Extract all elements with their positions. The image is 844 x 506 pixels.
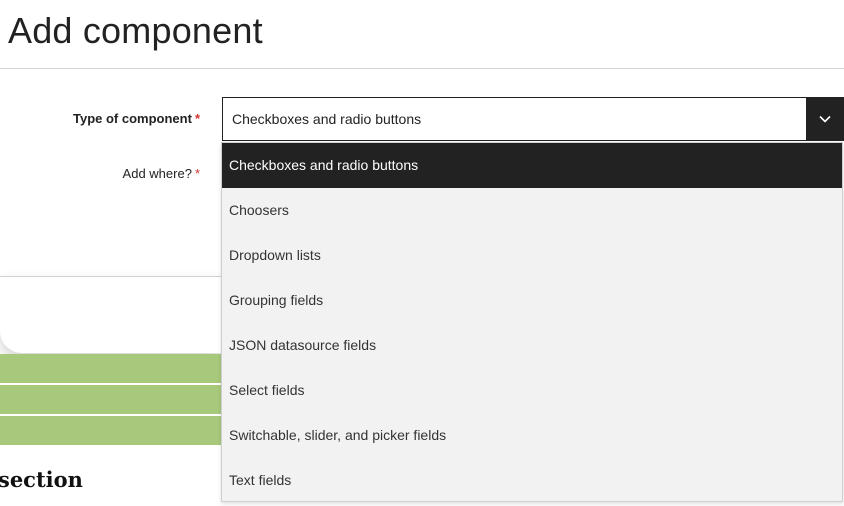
option-choosers[interactable]: Choosers xyxy=(222,188,842,233)
option-dropdown-lists[interactable]: Dropdown lists xyxy=(222,233,842,278)
background-band xyxy=(0,416,222,445)
option-checkboxes-and-radio-buttons[interactable]: Checkboxes and radio buttons xyxy=(222,143,842,188)
required-marker: * xyxy=(194,111,200,126)
select-current-value: Checkboxes and radio buttons xyxy=(232,111,422,127)
option-grouping-fields[interactable]: Grouping fields xyxy=(222,278,842,323)
title-divider xyxy=(0,68,844,69)
option-switchable-slider-picker-fields[interactable]: Switchable, slider, and picker fields xyxy=(222,413,842,458)
option-select-fields[interactable]: Select fields xyxy=(222,368,842,413)
background-band xyxy=(0,385,222,414)
background-band xyxy=(0,354,222,383)
dialog-title: Add component xyxy=(8,10,263,51)
background-section-heading: section xyxy=(0,467,83,492)
option-json-datasource-fields[interactable]: JSON datasource fields xyxy=(222,323,842,368)
add-where-label: Add where? * xyxy=(0,166,200,181)
type-label-text: Type of component xyxy=(73,111,192,126)
chevron-down-icon[interactable] xyxy=(806,98,843,140)
option-text-fields[interactable]: Text fields xyxy=(222,458,842,503)
modal-bottom-corner xyxy=(0,277,222,353)
required-marker: * xyxy=(194,166,200,181)
type-of-component-label: Type of component * xyxy=(0,111,200,126)
type-of-component-select[interactable]: Checkboxes and radio buttons xyxy=(222,97,844,141)
where-label-text: Add where? xyxy=(122,166,192,181)
type-of-component-options: Checkboxes and radio buttons Choosers Dr… xyxy=(221,142,843,502)
